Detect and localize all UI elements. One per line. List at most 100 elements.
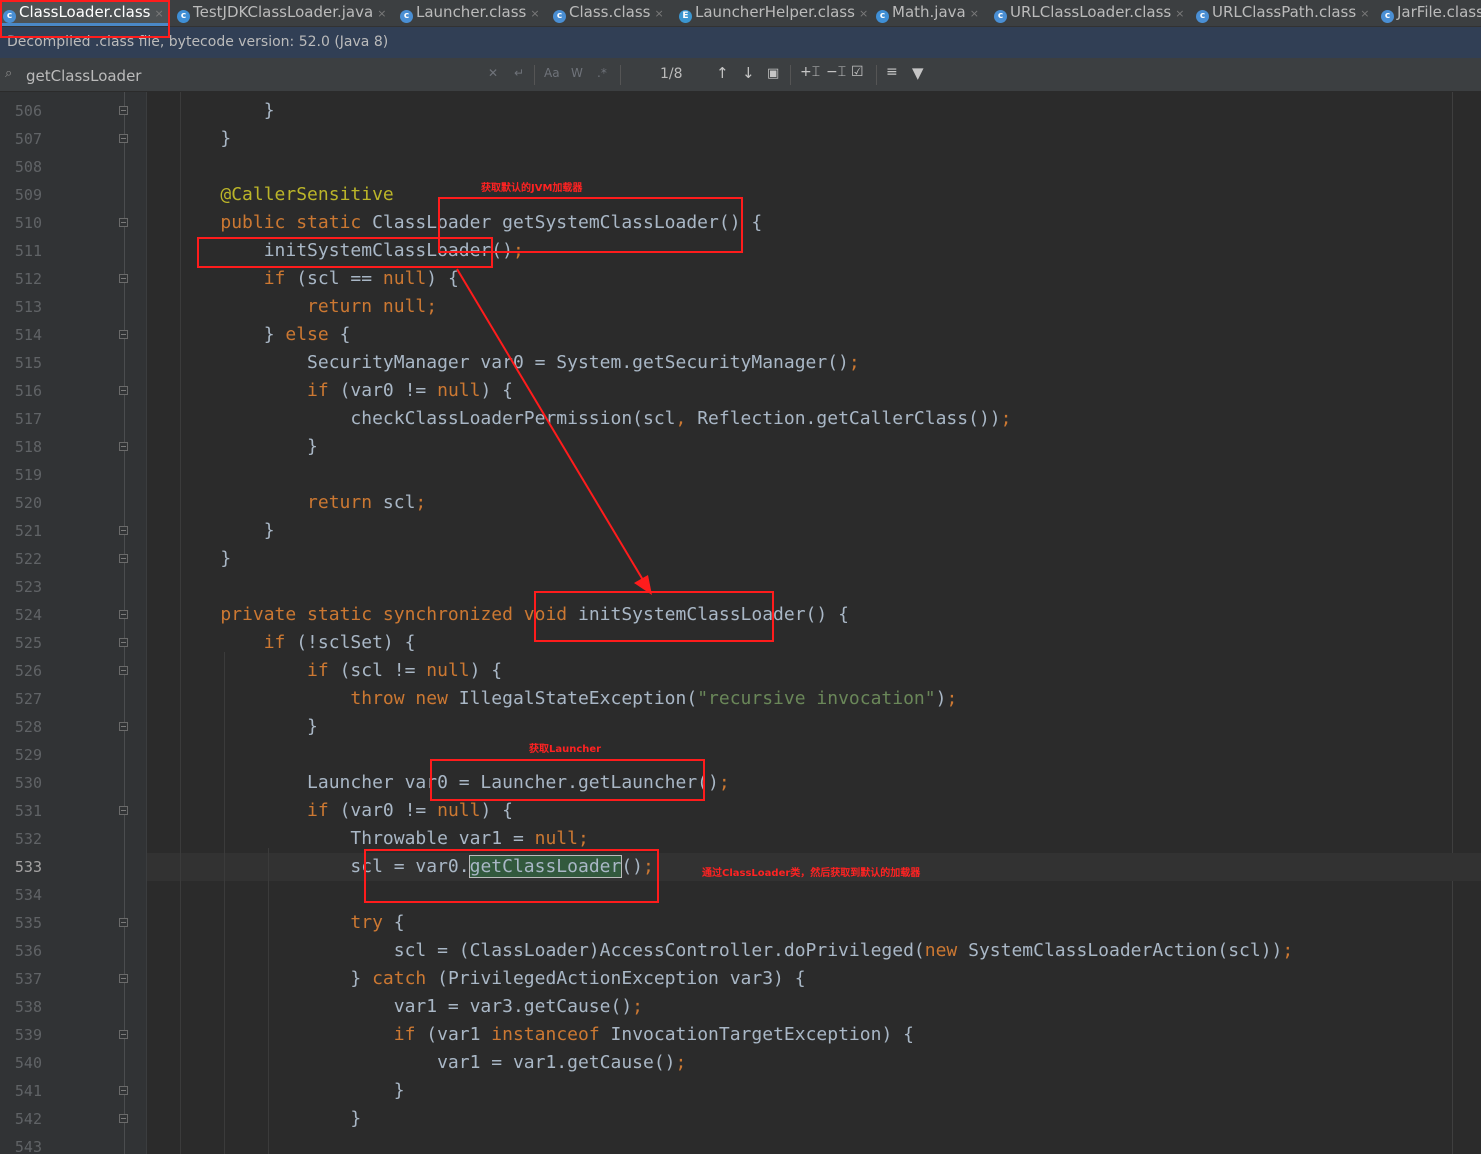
fold-toggle-icon[interactable] [119,806,128,815]
line-number: 513 [14,298,42,316]
code-line: scl = var0.getClassLoader(); [177,855,654,878]
annotation-note-jvm-loader: 获取默认的JVM加载器 [481,183,583,194]
code-line: initSystemClassLoader(); [177,240,524,261]
fold-guide [124,92,125,1154]
fold-toggle-icon[interactable] [119,218,128,227]
line-number: 525 [14,634,42,652]
editor-tab[interactable]: c URLClassPath.class × [1193,0,1377,26]
editor-tab[interactable]: c Math.java × [873,0,990,26]
new-line-icon[interactable]: ↵ [514,66,524,80]
line-number: 509 [14,186,42,204]
filter-context-icon[interactable]: ≡ [886,64,898,80]
close-tab-icon[interactable]: × [530,7,539,20]
fold-toggle-icon[interactable] [119,330,128,339]
class-file-icon: c [3,10,16,23]
line-number: 534 [14,886,42,904]
line-number: 526 [14,662,42,680]
fold-toggle-icon[interactable] [119,442,128,451]
select-all-matches-icon[interactable]: ☑ [851,64,864,80]
fold-toggle-icon[interactable] [119,554,128,563]
code-line: SecurityManager var0 = System.getSecurit… [177,352,860,373]
select-all-occurrences-icon[interactable]: ▣ [767,66,779,81]
code-line: Throwable var1 = null; [177,828,589,849]
line-number: 512 [14,270,42,288]
code-line: } [177,520,275,541]
code-line: return scl; [307,492,427,513]
editor-tab[interactable]: c URLClassLoader.class × [991,0,1192,26]
fold-toggle-icon[interactable] [119,526,128,535]
code-line: var1 = var1.getCause(); [177,1052,687,1073]
editor-tab[interactable]: c Class.class × [550,0,676,26]
whole-words-toggle[interactable]: W [571,66,583,80]
line-number: 540 [14,1054,42,1072]
fold-toggle-icon[interactable] [119,274,128,283]
filter-icon[interactable]: ▼ [912,64,924,82]
enum-file-icon: E [679,10,692,23]
fold-toggle-icon[interactable] [119,918,128,927]
line-number: 535 [14,914,42,932]
annotation-note-default-loader: 通过ClassLoader类，然后获取到默认的加载器 [702,868,921,879]
close-tab-icon[interactable]: × [654,7,663,20]
code-line: if (!sclSet) { [263,632,416,653]
line-number: 527 [14,690,42,708]
editor-tab[interactable]: c Launcher.class × [397,0,549,26]
editor-tab-label: LauncherHelper.class [695,3,855,21]
close-tab-icon[interactable]: × [1360,7,1369,20]
fold-toggle-icon[interactable] [119,1030,128,1039]
code-line: throw new IllegalStateException("recursi… [350,688,958,709]
code-line: } [177,436,318,457]
fold-toggle-icon[interactable] [119,610,128,619]
match-case-toggle[interactable]: Aa [544,66,560,80]
line-number: 507 [14,130,42,148]
code-line: } [177,128,232,149]
code-line: public static ClassLoader getSystemClass… [220,212,763,233]
fold-toggle-icon[interactable] [119,106,128,115]
code-line: try { [350,912,405,933]
remove-occurrence-icon[interactable]: −⌶ [826,64,846,80]
line-number: 537 [14,970,42,988]
fold-toggle-icon[interactable] [119,1086,128,1095]
fold-toggle-icon[interactable] [119,386,128,395]
clear-search-icon[interactable]: ✕ [488,66,498,80]
toolbar-separator [620,65,621,85]
next-occurrence-icon[interactable]: ↓ [742,64,755,82]
code-line: } [177,548,232,569]
regex-toggle[interactable]: .* [597,66,607,80]
fold-toggle-icon[interactable] [119,134,128,143]
line-number: 518 [14,438,42,456]
close-tab-icon[interactable]: × [377,7,386,20]
editor-tab[interactable]: c ClassLoader.class × [0,0,170,26]
editor-tab[interactable]: c JarFile.class [1378,0,1481,26]
search-icon[interactable]: ⌕ [5,66,12,81]
search-input[interactable] [24,64,498,88]
code-line: } [177,1080,405,1101]
editor-tab-label: Class.class [569,3,651,21]
line-number: 524 [14,606,42,624]
fold-toggle-icon[interactable] [119,974,128,983]
fold-toggle-icon[interactable] [119,666,128,675]
editor-tab[interactable]: c TestJDKClassLoader.java × [174,0,396,26]
editor-tab-label: URLClassLoader.class [1010,3,1172,21]
class-file-icon: c [1196,10,1209,23]
editor-tab-label: Math.java [892,3,966,21]
close-tab-icon[interactable]: × [970,7,979,20]
editor-tab-label: TestJDKClassLoader.java [193,3,374,21]
find-bar: ⌕ ✕ ↵ Aa W .* 1/8 ↑ ↓ ▣ +⌶ −⌶ ☑ ≡ ▼ [0,58,1481,92]
line-number: 539 [14,1026,42,1044]
previous-occurrence-icon[interactable]: ↑ [716,64,729,82]
fold-toggle-icon[interactable] [119,638,128,647]
close-tab-icon[interactable]: × [859,7,868,20]
code-editor[interactable]: } } @CallerSensitive public static Class… [0,92,1481,1154]
line-number: 508 [14,158,42,176]
line-number: 533 [14,858,42,876]
close-tab-icon[interactable]: × [1175,7,1184,20]
class-file-icon: c [1381,10,1394,23]
add-occurrence-icon[interactable]: +⌶ [800,64,820,80]
editor-tab[interactable]: E LauncherHelper.class × [676,0,872,26]
toolbar-separator [790,65,791,85]
editor-tab-label: Launcher.class [416,3,527,21]
code-line: Launcher var0 = Launcher.getLauncher(); [177,772,730,793]
fold-toggle-icon[interactable] [119,1114,128,1123]
fold-toggle-icon[interactable] [119,722,128,731]
close-tab-icon[interactable]: × [154,7,163,20]
